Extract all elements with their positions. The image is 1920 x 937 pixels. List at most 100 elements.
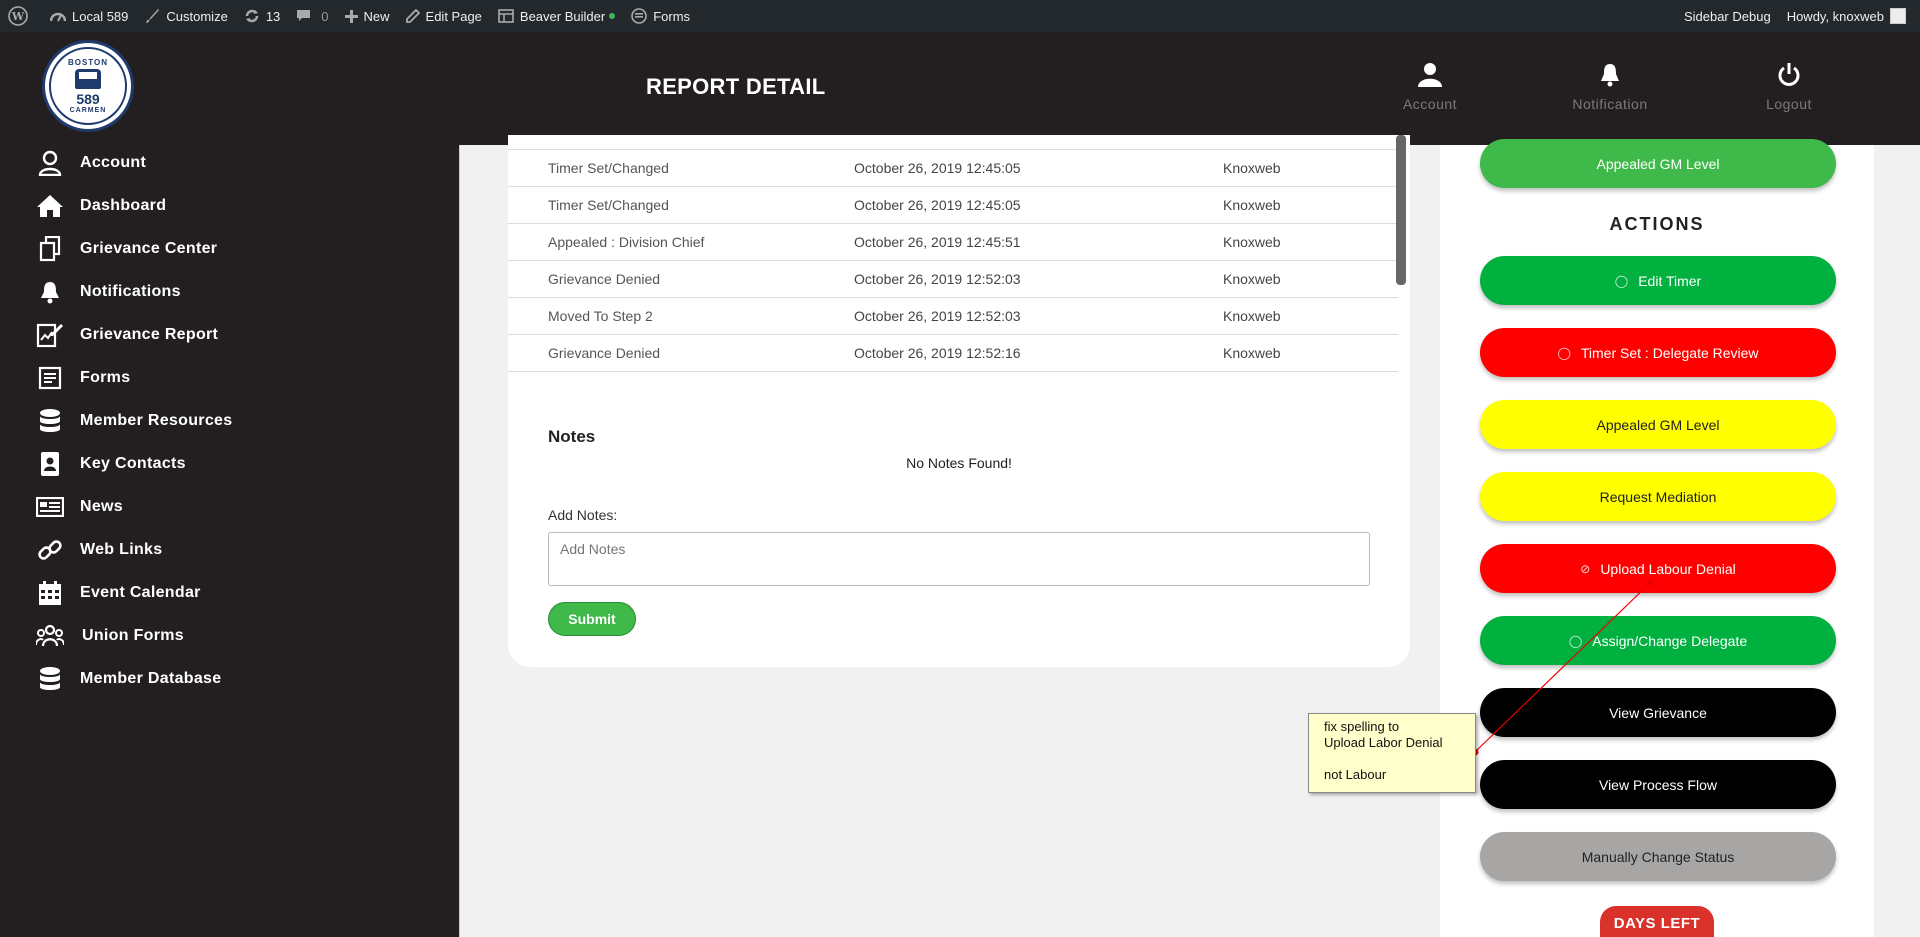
table-row: Moved To Step 2 October 26, 2019 12:52:0… bbox=[508, 297, 1398, 334]
annotation-line2: Upload Labor Denial bbox=[1324, 735, 1443, 750]
sidebar-item-grievance-report[interactable]: Grievance Report bbox=[36, 313, 232, 356]
forms-link[interactable]: Forms bbox=[623, 0, 698, 32]
submit-button[interactable]: Submit bbox=[548, 602, 636, 636]
log-action: Grievance Denied bbox=[548, 345, 661, 361]
log-user: Knoxweb bbox=[1223, 308, 1281, 324]
status-dot bbox=[609, 13, 616, 19]
timer-set-delegate-review-button[interactable]: ◯ Timer Set : Delegate Review bbox=[1480, 328, 1836, 377]
log-action: Grievance Denied bbox=[548, 271, 661, 287]
table-row-partial bbox=[508, 371, 1398, 387]
sidebar-item-event-calendar[interactable]: Event Calendar bbox=[36, 571, 232, 614]
updates-link[interactable]: 13 bbox=[236, 0, 288, 32]
union-logo[interactable]: BOSTON 589 CARMEN bbox=[42, 40, 134, 132]
request-mediation-button[interactable]: Request Mediation bbox=[1480, 472, 1836, 521]
appealed-gm-level-button[interactable]: Appealed GM Level bbox=[1480, 400, 1836, 449]
log-user: Knoxweb bbox=[1223, 271, 1281, 287]
table-row: Timer Set/Changed October 26, 2019 12:45… bbox=[508, 149, 1398, 186]
log-action: Timer Set/Changed bbox=[548, 197, 669, 213]
check-circle-icon: ◯ bbox=[1614, 273, 1629, 288]
howdy-label: Howdy, knoxweb bbox=[1786, 8, 1884, 24]
power-icon bbox=[1778, 63, 1800, 86]
actions-title: ACTIONS bbox=[1609, 214, 1705, 234]
manually-change-status-button[interactable]: Manually Change Status bbox=[1480, 832, 1836, 881]
bus-icon bbox=[75, 69, 101, 89]
customize-link[interactable]: Customize bbox=[136, 0, 235, 32]
sidebar-item-grievance-center[interactable]: Grievance Center bbox=[36, 227, 232, 270]
sidebar-debug-label: Sidebar Debug bbox=[1683, 8, 1771, 24]
header-notification-label: Notification bbox=[1572, 96, 1648, 112]
sidebar-item-label: Event Calendar bbox=[80, 583, 201, 601]
sidebar-item-news[interactable]: News bbox=[36, 485, 232, 528]
check-circle-icon: ◯ bbox=[1557, 345, 1571, 360]
log-date: October 26, 2019 12:52:03 bbox=[854, 308, 1021, 324]
sidebar-item-label: Account bbox=[80, 153, 147, 171]
refresh-icon bbox=[245, 9, 259, 23]
view-process-flow-button[interactable]: View Process Flow bbox=[1480, 760, 1836, 809]
layout-icon bbox=[498, 9, 514, 23]
my-account-link[interactable]: Howdy, knoxweb bbox=[1779, 0, 1920, 32]
button-label: Appealed GM Level bbox=[1596, 155, 1720, 172]
sidebar-item-dashboard[interactable]: Dashboard bbox=[36, 184, 232, 227]
sidebar-item-web-links[interactable]: Web Links bbox=[36, 528, 232, 571]
annotation-note[interactable]: fix spelling to Upload Labor Denial not … bbox=[1308, 713, 1476, 793]
new-content-link[interactable]: New bbox=[337, 0, 398, 32]
wordpress-logo-icon[interactable]: W bbox=[0, 0, 42, 32]
new-label: New bbox=[363, 8, 390, 24]
home-icon bbox=[36, 192, 64, 220]
header-logout-button[interactable]: Logout bbox=[1739, 62, 1839, 112]
site-name-link[interactable]: Local 589 bbox=[42, 0, 136, 32]
log-action: Timer Set/Changed bbox=[548, 160, 669, 176]
sidebar-item-label: Member Resources bbox=[80, 411, 233, 429]
annotation-spacer bbox=[1324, 751, 1460, 767]
view-grievance-button[interactable]: View Grievance bbox=[1480, 688, 1836, 737]
header-account-button[interactable]: Account bbox=[1380, 62, 1480, 112]
upload-labour-denial-button[interactable]: ⊘ Upload Labour Denial bbox=[1480, 544, 1836, 593]
beaver-builder-link[interactable]: Beaver Builder bbox=[490, 0, 623, 32]
comments-count: 0 bbox=[321, 8, 329, 24]
button-label: Edit Timer bbox=[1638, 272, 1702, 289]
add-notes-field[interactable] bbox=[548, 532, 1370, 586]
sidebar-item-union-forms[interactable]: Union Forms bbox=[36, 614, 232, 657]
report-icon bbox=[36, 321, 64, 349]
button-label: Timer Set : Delegate Review bbox=[1580, 344, 1759, 361]
sidebar-debug-link[interactable]: Sidebar Debug bbox=[1676, 0, 1779, 32]
comments-link[interactable]: 0 bbox=[288, 0, 336, 32]
logo-seal: BOSTON 589 CARMEN bbox=[49, 47, 127, 125]
header-notification-button[interactable]: Notification bbox=[1560, 62, 1660, 112]
sidebar-item-member-resources[interactable]: Member Resources bbox=[36, 399, 232, 442]
edit-page-link[interactable]: Edit Page bbox=[398, 0, 490, 32]
sidebar-item-key-contacts[interactable]: Key Contacts bbox=[36, 442, 232, 485]
log-user: Knoxweb bbox=[1223, 160, 1281, 176]
database-icon bbox=[36, 665, 64, 693]
notes-panel: Notes No Notes Found! Add Notes: Submit bbox=[508, 399, 1410, 667]
header-account-label: Account bbox=[1402, 96, 1458, 112]
assign-change-delegate-button[interactable]: ◯ Assign/Change Delegate bbox=[1480, 616, 1836, 665]
log-date: October 26, 2019 12:45:51 bbox=[854, 234, 1021, 250]
header-logout-label: Logout bbox=[1766, 96, 1812, 112]
plus-icon bbox=[344, 9, 358, 23]
sidebar-item-member-database[interactable]: Member Database bbox=[36, 657, 232, 700]
table-row: Grievance Denied October 26, 2019 12:52:… bbox=[508, 334, 1398, 371]
notes-empty-message: No Notes Found! bbox=[906, 455, 1012, 471]
table-scrollbar[interactable] bbox=[1396, 135, 1406, 285]
users-icon bbox=[36, 622, 64, 650]
button-label: Manually Change Status bbox=[1581, 848, 1735, 865]
log-user: Knoxweb bbox=[1223, 234, 1281, 250]
sidebar: BOSTON 589 CARMEN Account Dashboard Grie… bbox=[0, 32, 459, 937]
avatar bbox=[1890, 8, 1906, 24]
sidebar-item-account[interactable]: Account bbox=[36, 141, 232, 184]
dashboard-gauge-icon bbox=[50, 12, 66, 22]
logo-number: 589 bbox=[76, 91, 100, 107]
sidebar-item-forms[interactable]: Forms bbox=[36, 356, 232, 399]
sidebar-item-label: Dashboard bbox=[80, 196, 167, 214]
beaver-builder-label: Beaver Builder bbox=[519, 8, 606, 24]
user-icon bbox=[36, 149, 64, 177]
circle-icon: ◯ bbox=[1568, 633, 1583, 648]
customize-label: Customize bbox=[166, 8, 228, 24]
log-user: Knoxweb bbox=[1223, 197, 1281, 213]
button-label: Appealed GM Level bbox=[1596, 416, 1720, 433]
appealed-gm-status-button[interactable]: Appealed GM Level bbox=[1480, 139, 1836, 188]
sidebar-item-notifications[interactable]: Notifications bbox=[36, 270, 232, 313]
edit-timer-button[interactable]: ◯ Edit Timer bbox=[1480, 256, 1836, 305]
sidebar-item-label: Member Database bbox=[80, 669, 222, 687]
